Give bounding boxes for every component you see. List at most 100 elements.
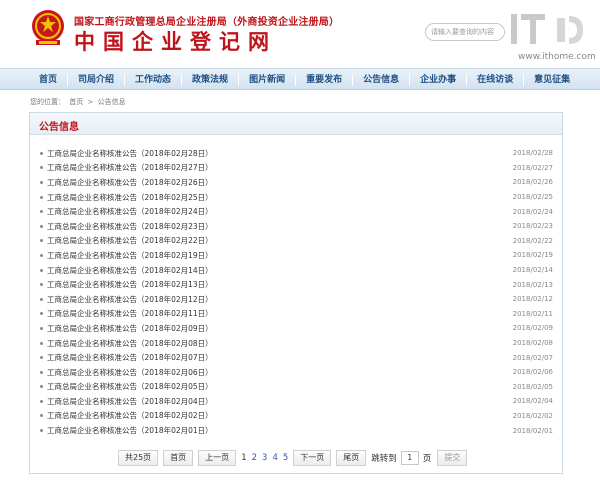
site-header: 国家工商行政管理总局企业注册局（外商投资企业注册局） 中国企业登记网 请输入要查… <box>0 0 600 68</box>
bullet-icon <box>40 370 43 374</box>
list-item-left: 工商总局企业名称核准公告（2018年02月09日） <box>40 323 213 334</box>
bullet-icon <box>40 180 43 184</box>
total-pages-label: 共25页 <box>118 450 159 466</box>
nav-item-5[interactable]: 重要发布 <box>296 73 354 86</box>
list-item-title-link[interactable]: 工商总局企业名称核准公告（2018年02月22日） <box>47 235 213 246</box>
list-item-date: 2018/02/24 <box>512 207 553 216</box>
main-nav: 首页 司局介绍 工作动态 政策法规 图片新闻 重要发布 公告信息 企业办事 在线访谈 意见征集 <box>0 68 600 90</box>
nav-item-9[interactable]: 意见征集 <box>524 74 580 86</box>
list-item[interactable]: 工商总局企业名称核准公告（2018年02月24日） 2018/02/24 <box>40 204 553 219</box>
list-item[interactable]: 工商总局企业名称核准公告（2018年02月04日） 2018/02/04 <box>40 394 553 409</box>
list-item-date: 2018/02/14 <box>512 266 553 275</box>
nav-item-1[interactable]: 司局介绍 <box>68 73 126 86</box>
list-item[interactable]: 工商总局企业名称核准公告（2018年02月25日） 2018/02/25 <box>40 190 553 205</box>
list-item-title-link[interactable]: 工商总局企业名称核准公告（2018年02月11日） <box>47 308 213 319</box>
nav-item-8[interactable]: 在线访谈 <box>467 73 525 86</box>
list-item-date: 2018/02/27 <box>512 163 553 172</box>
bullet-icon <box>40 414 43 418</box>
list-item-title-link[interactable]: 工商总局企业名称核准公告（2018年02月19日） <box>47 250 213 261</box>
panel-header: 公告信息 <box>30 113 562 135</box>
list-item-date: 2018/02/05 <box>512 382 553 391</box>
nav-item-3[interactable]: 政策法规 <box>182 73 240 86</box>
list-item-title-link[interactable]: 工商总局企业名称核准公告（2018年02月27日） <box>47 162 213 173</box>
list-item-left: 工商总局企业名称核准公告（2018年02月14日） <box>40 265 213 276</box>
list-item-left: 工商总局企业名称核准公告（2018年02月24日） <box>40 206 213 217</box>
page-numbers: 12345 <box>241 453 293 463</box>
list-item[interactable]: 工商总局企业名称核准公告（2018年02月12日） 2018/02/12 <box>40 292 553 307</box>
list-item[interactable]: 工商总局企业名称核准公告（2018年02月02日） 2018/02/02 <box>40 409 553 424</box>
list-item[interactable]: 工商总局企业名称核准公告（2018年02月14日） 2018/02/14 <box>40 263 553 278</box>
list-item[interactable]: 工商总局企业名称核准公告（2018年02月13日） 2018/02/13 <box>40 277 553 292</box>
list-item-date: 2018/02/07 <box>512 353 553 362</box>
watermark-url: www.ithome.com <box>518 52 596 62</box>
list-item[interactable]: 工商总局企业名称核准公告（2018年02月11日） 2018/02/11 <box>40 307 553 322</box>
page-number-2[interactable]: 2 <box>252 453 257 463</box>
list-item[interactable]: 工商总局企业名称核准公告（2018年02月27日） 2018/02/27 <box>40 161 553 176</box>
next-page-button[interactable]: 下一页 <box>293 450 332 466</box>
bullet-icon <box>40 239 43 243</box>
breadcrumb-current: 公告信息 <box>97 98 126 106</box>
list-item-left: 工商总局企业名称核准公告（2018年02月07日） <box>40 352 213 363</box>
list-item-date: 2018/02/12 <box>512 295 553 304</box>
list-item[interactable]: 工商总局企业名称核准公告（2018年02月07日） 2018/02/07 <box>40 350 553 365</box>
list-item[interactable]: 工商总局企业名称核准公告（2018年02月28日） 2018/02/28 <box>40 146 553 161</box>
site-title: 中国企业登记网 <box>74 30 277 54</box>
nav-item-2[interactable]: 工作动态 <box>125 73 183 86</box>
list-item-title-link[interactable]: 工商总局企业名称核准公告（2018年02月14日） <box>47 265 213 276</box>
jump-page-input[interactable]: 1 <box>400 451 419 465</box>
list-item-title-link[interactable]: 工商总局企业名称核准公告（2018年02月04日） <box>47 396 213 407</box>
nav-item-6[interactable]: 公告信息 <box>353 73 411 86</box>
bullet-icon <box>40 151 43 155</box>
list-item[interactable]: 工商总局企业名称核准公告（2018年02月05日） 2018/02/05 <box>40 380 553 395</box>
list-item-date: 2018/02/25 <box>512 193 553 202</box>
list-item-title-link[interactable]: 工商总局企业名称核准公告（2018年02月01日） <box>47 425 213 436</box>
list-item-left: 工商总局企业名称核准公告（2018年02月08日） <box>40 338 213 349</box>
list-item-left: 工商总局企业名称核准公告（2018年02月26日） <box>40 177 213 188</box>
bullet-icon <box>40 210 43 214</box>
prev-page-button[interactable]: 上一页 <box>198 450 237 466</box>
bullet-icon <box>40 224 43 228</box>
nav-items: 首页 司局介绍 工作动态 政策法规 图片新闻 重要发布 公告信息 企业办事 在线访谈 意见征集 <box>29 69 580 90</box>
list-item[interactable]: 工商总局企业名称核准公告（2018年02月01日） 2018/02/01 <box>40 423 553 438</box>
list-item-date: 2018/02/06 <box>512 368 553 377</box>
list-item-date: 2018/02/19 <box>512 251 553 260</box>
list-item[interactable]: 工商总局企业名称核准公告（2018年02月23日） 2018/02/23 <box>40 219 553 234</box>
list-item-title-link[interactable]: 工商总局企业名称核准公告（2018年02月09日） <box>47 323 213 334</box>
list-item-title-link[interactable]: 工商总局企业名称核准公告（2018年02月07日） <box>47 352 213 363</box>
page-number-3[interactable]: 3 <box>262 453 267 463</box>
last-page-button[interactable]: 尾页 <box>336 450 367 466</box>
list-item-title-link[interactable]: 工商总局企业名称核准公告（2018年02月13日） <box>47 279 213 290</box>
panel-title: 公告信息 <box>39 122 79 133</box>
list-item-title-link[interactable]: 工商总局企业名称核准公告（2018年02月23日） <box>47 221 213 232</box>
national-emblem-icon <box>32 10 64 45</box>
list-item-date: 2018/02/22 <box>512 236 553 245</box>
list-item-left: 工商总局企业名称核准公告（2018年02月11日） <box>40 308 213 319</box>
page-number-4[interactable]: 4 <box>272 453 277 463</box>
list-item[interactable]: 工商总局企业名称核准公告（2018年02月22日） 2018/02/22 <box>40 234 553 249</box>
list-item-title-link[interactable]: 工商总局企业名称核准公告（2018年02月24日） <box>47 206 213 217</box>
list-item-title-link[interactable]: 工商总局企业名称核准公告（2018年02月08日） <box>47 338 213 349</box>
breadcrumb-home-link[interactable]: 首页 <box>69 98 83 106</box>
list-item-left: 工商总局企业名称核准公告（2018年02月27日） <box>40 162 213 173</box>
nav-item-4[interactable]: 图片新闻 <box>239 73 297 86</box>
search-input[interactable]: 请输入要查询的内容 <box>425 23 505 41</box>
list-item-title-link[interactable]: 工商总局企业名称核准公告（2018年02月26日） <box>47 177 213 188</box>
list-item[interactable]: 工商总局企业名称核准公告（2018年02月06日） 2018/02/06 <box>40 365 553 380</box>
list-item-title-link[interactable]: 工商总局企业名称核准公告（2018年02月28日） <box>47 148 213 159</box>
list-item[interactable]: 工商总局企业名称核准公告（2018年02月09日） 2018/02/09 <box>40 321 553 336</box>
page-number-5[interactable]: 5 <box>283 453 288 463</box>
list-item-title-link[interactable]: 工商总局企业名称核准公告（2018年02月12日） <box>47 294 213 305</box>
first-page-button[interactable]: 首页 <box>163 450 194 466</box>
jump-submit-button[interactable]: 提交 <box>437 450 468 466</box>
list-item-title-link[interactable]: 工商总局企业名称核准公告（2018年02月02日） <box>47 410 213 421</box>
nav-item-0[interactable]: 首页 <box>29 73 69 86</box>
list-item[interactable]: 工商总局企业名称核准公告（2018年02月08日） 2018/02/08 <box>40 336 553 351</box>
list-item[interactable]: 工商总局企业名称核准公告（2018年02月19日） 2018/02/19 <box>40 248 553 263</box>
nav-item-7[interactable]: 企业办事 <box>410 73 468 86</box>
bullet-icon <box>40 341 43 345</box>
list-item-title-link[interactable]: 工商总局企业名称核准公告（2018年02月25日） <box>47 192 213 203</box>
list-item-title-link[interactable]: 工商总局企业名称核准公告（2018年02月05日） <box>47 381 213 392</box>
list-item[interactable]: 工商总局企业名称核准公告（2018年02月26日） 2018/02/26 <box>40 175 553 190</box>
list-item-title-link[interactable]: 工商总局企业名称核准公告（2018年02月06日） <box>47 367 213 378</box>
list-item-date: 2018/02/11 <box>512 309 553 318</box>
